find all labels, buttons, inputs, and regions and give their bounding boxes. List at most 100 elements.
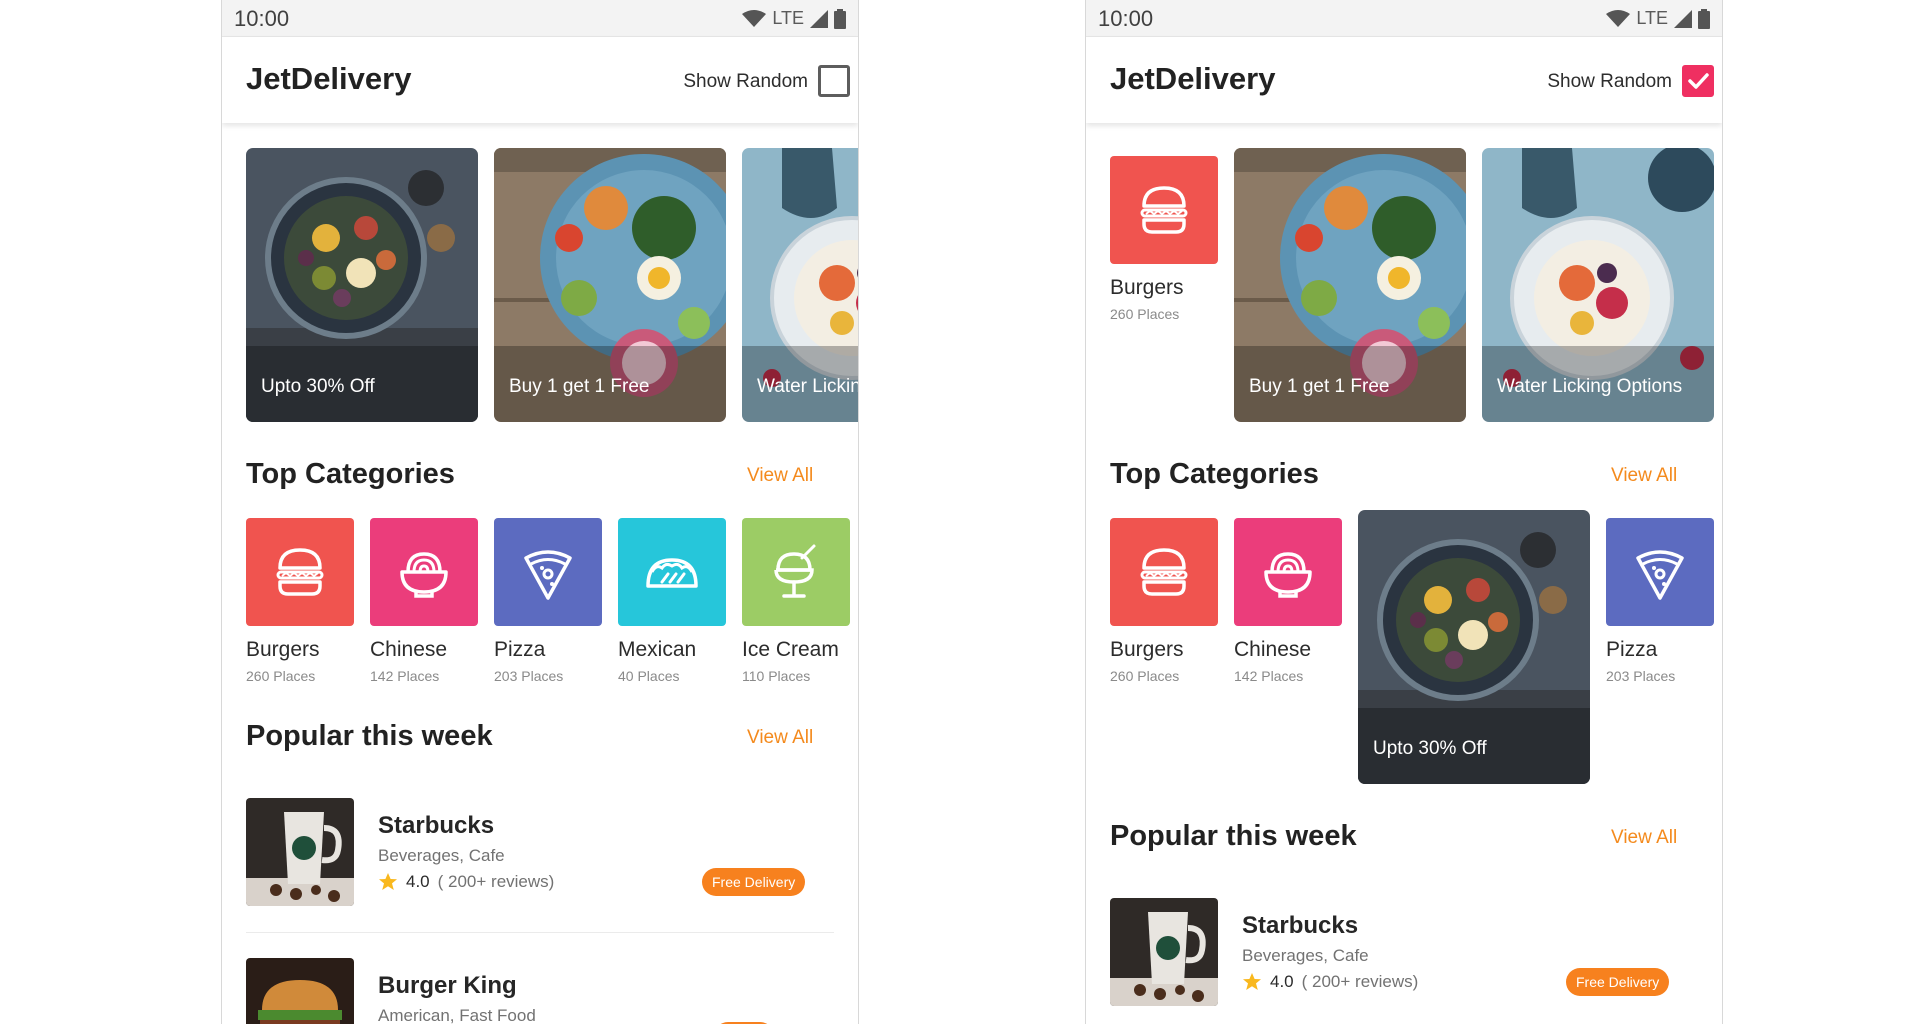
offer-caption: Upto 30% Off <box>261 376 375 397</box>
offer-card[interactable]: Water Licking Options <box>742 148 858 422</box>
view-all-popular-link[interactable]: View All <box>747 727 813 749</box>
category-name: Pizza <box>494 638 546 661</box>
category-name: Chinese <box>370 638 448 661</box>
category-count: 260 Places <box>1110 306 1180 322</box>
offer-caption: Water Licking Options <box>757 376 858 397</box>
popular-title: Popular this week <box>246 720 493 752</box>
offer-caption: Buy 1 get 1 Free <box>509 376 650 397</box>
app-bar: JetDelivery Show Random <box>222 37 858 123</box>
place-tags: American, Fast Food <box>378 1006 536 1024</box>
place-thumbnail[interactable] <box>246 958 354 1024</box>
pizza-slice-icon <box>524 550 572 600</box>
burger-icon <box>276 548 324 596</box>
show-random-checkbox[interactable] <box>818 65 850 97</box>
battery-icon <box>834 8 846 29</box>
offer-caption: Buy 1 get 1 Free <box>1249 376 1390 397</box>
place-thumbnail[interactable] <box>1110 898 1218 1006</box>
category-tile-burgers[interactable] <box>246 518 354 626</box>
category-tile-chinese[interactable] <box>370 518 478 626</box>
list-divider <box>246 932 834 933</box>
offer-caption-overlay: Upto 30% Off <box>1358 708 1590 784</box>
top-categories-title: Top Categories <box>246 458 455 490</box>
category-count: 110 Places <box>742 668 811 684</box>
category-count: 203 Places <box>494 668 564 684</box>
popular-title: Popular this week <box>1110 820 1357 852</box>
category-name: Mexican <box>618 638 697 661</box>
category-name: Pizza <box>1606 638 1658 661</box>
phone-screen-default: 10:00 LTE JetDelivery Show Random Upto 3… <box>221 0 859 1024</box>
top-categories-title: Top Categories <box>1110 458 1319 490</box>
ice-cream-icon <box>774 544 816 598</box>
category-tile-burgers[interactable] <box>1110 518 1218 626</box>
signal-icon <box>1674 9 1692 28</box>
review-count: ( 200+ reviews) <box>437 872 555 891</box>
offer-caption-overlay: Water Licking Options <box>1482 346 1714 422</box>
signal-icon <box>810 9 828 28</box>
category-count: 260 Places <box>1110 668 1180 684</box>
offer-card[interactable]: Buy 1 get 1 Free <box>1234 148 1466 422</box>
starbucks-image <box>1110 898 1218 1006</box>
burger-icon <box>1140 548 1188 596</box>
offer-caption-overlay: Upto 30% Off <box>246 346 478 422</box>
app-title: JetDelivery <box>1110 61 1276 96</box>
rating-value: 4.0 <box>1270 972 1294 991</box>
star-icon <box>1243 973 1261 990</box>
category-tile-chinese[interactable] <box>1234 518 1342 626</box>
category-name: Burgers <box>1110 276 1184 299</box>
burger-king-image <box>246 958 354 1024</box>
status-time: 10:00 <box>234 6 290 31</box>
wifi-icon <box>1606 9 1631 27</box>
offer-card[interactable]: Upto 30% Off <box>246 148 478 422</box>
phone-screen-random: 10:00 LTE JetDelivery Show Random Burger… <box>1085 0 1723 1024</box>
category-tile-pizza[interactable] <box>494 518 602 626</box>
category-count: 260 Places <box>246 668 316 684</box>
offer-card[interactable]: Upto 30% Off <box>1358 510 1590 784</box>
view-all-popular-link[interactable]: View All <box>1611 827 1677 849</box>
offer-caption: Upto 30% Off <box>1373 738 1487 759</box>
show-random-checkbox[interactable] <box>1682 65 1714 97</box>
category-name: Burgers <box>246 638 320 661</box>
category-tile-pizza[interactable] <box>1606 518 1714 626</box>
network-type: LTE <box>772 8 804 28</box>
pizza-slice-icon <box>1636 550 1684 600</box>
offer-caption-overlay: Buy 1 get 1 Free <box>1234 346 1466 422</box>
category-tile-mexican[interactable] <box>618 518 726 626</box>
wifi-icon <box>742 9 767 27</box>
app-title: JetDelivery <box>246 61 412 96</box>
category-tile-ice-cream[interactable] <box>742 518 850 626</box>
place-name[interactable]: Starbucks <box>378 812 494 840</box>
show-random-label: Show Random <box>683 71 808 92</box>
place-thumbnail[interactable] <box>246 798 354 906</box>
offer-card[interactable]: Water Licking Options <box>1482 148 1714 422</box>
status-icons: LTE <box>1606 8 1710 29</box>
burger-icon <box>1140 186 1188 234</box>
show-random-label: Show Random <box>1547 71 1672 92</box>
rating-value: 4.0 <box>406 872 430 891</box>
offer-caption-overlay: Buy 1 get 1 Free <box>494 346 726 422</box>
taco-icon <box>646 558 698 588</box>
noodle-bowl-icon <box>1264 552 1312 598</box>
place-rating: 4.0 ( 200+ reviews) <box>1242 972 1418 992</box>
offer-card[interactable]: Buy 1 get 1 Free <box>494 148 726 422</box>
category-count: 40 Places <box>618 668 680 684</box>
place-tags: Beverages, Cafe <box>378 846 505 865</box>
review-count: ( 200+ reviews) <box>1301 972 1419 991</box>
offer-caption: Water Licking Options <box>1497 376 1683 397</box>
status-icons: LTE <box>742 8 846 29</box>
starbucks-image <box>246 798 354 906</box>
status-bar: 10:00 LTE <box>222 0 858 37</box>
status-bar: 10:00 LTE <box>1086 0 1722 37</box>
category-tile-burgers[interactable] <box>1110 156 1218 264</box>
star-icon <box>379 873 397 890</box>
view-all-categories-link[interactable]: View All <box>747 465 813 487</box>
place-name[interactable]: Burger King <box>378 972 517 1000</box>
view-all-categories-link[interactable]: View All <box>1611 465 1677 487</box>
free-delivery-badge: Free Delivery <box>702 868 806 896</box>
place-name[interactable]: Starbucks <box>1242 912 1358 940</box>
status-time: 10:00 <box>1098 6 1154 31</box>
category-count: 142 Places <box>1234 668 1304 684</box>
battery-icon <box>1698 8 1710 29</box>
checkmark-icon <box>1688 73 1709 89</box>
free-delivery-badge: Free Delivery <box>1566 968 1670 996</box>
network-type: LTE <box>1636 8 1668 28</box>
